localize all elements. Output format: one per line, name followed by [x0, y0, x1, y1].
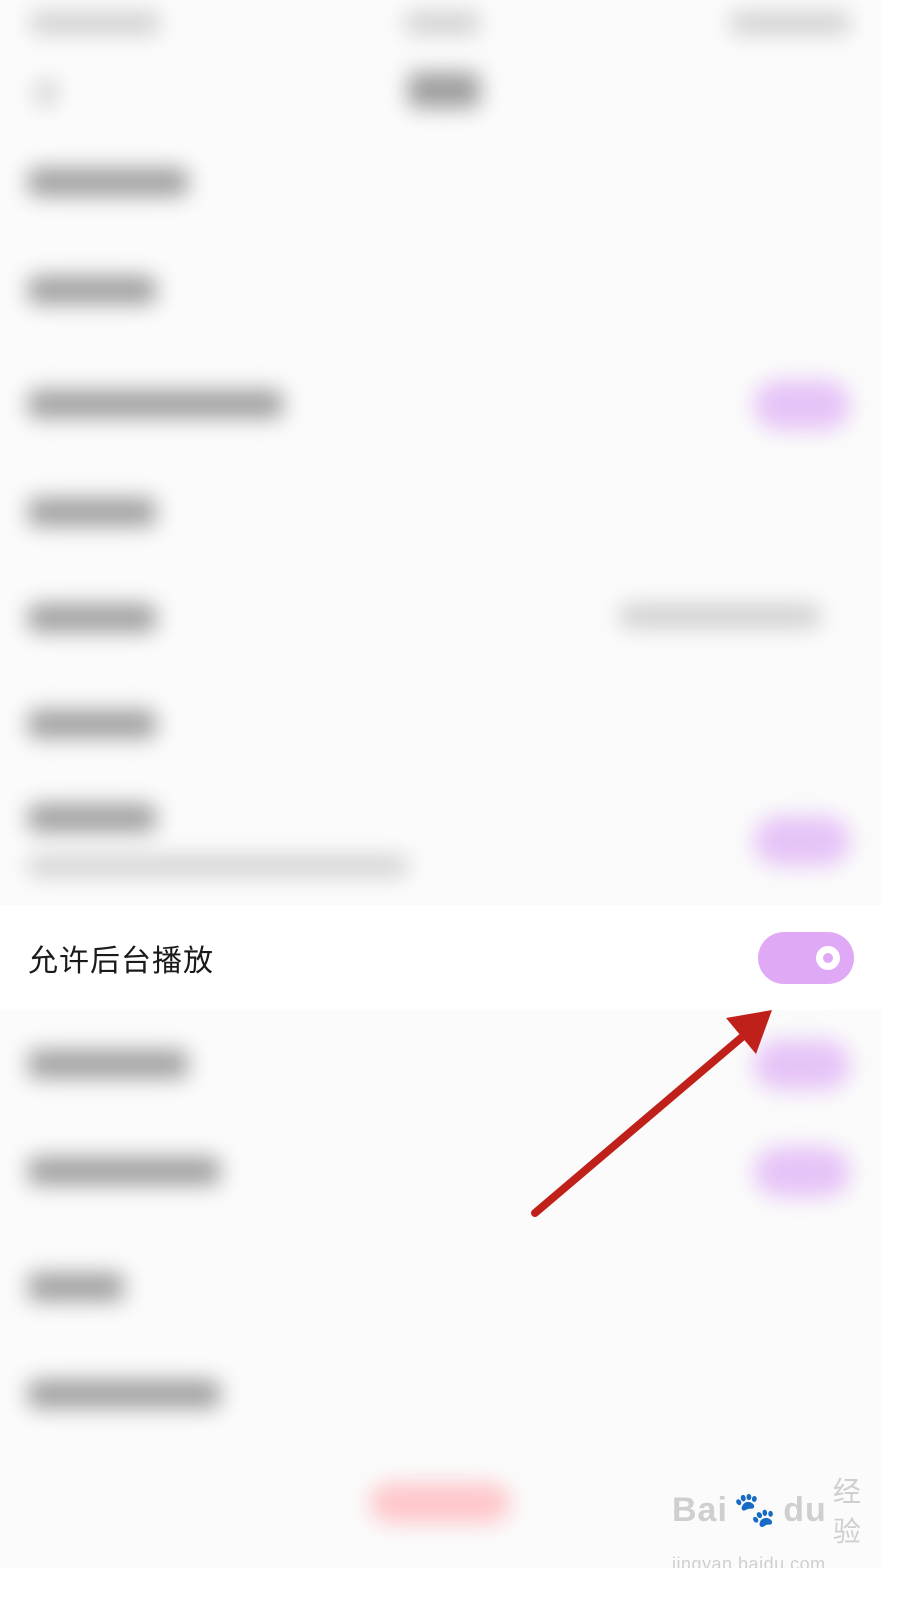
watermark-brand-du: du — [783, 1490, 827, 1529]
allow-background-play-label: 允许后台播放 — [28, 943, 214, 979]
settings-screen: 允许后台播放 Bai 🐾 du 经验 jingyan.baidu.com — [0, 0, 882, 1568]
watermark-brand-bai: Bai — [672, 1490, 728, 1529]
baidu-jingyan-watermark: Bai 🐾 du 经验 jingyan.baidu.com — [672, 1470, 872, 1568]
allow-background-play-row[interactable]: 允许后台播放 — [0, 905, 882, 1010]
watermark-brand: Bai 🐾 du 经验 — [672, 1470, 872, 1550]
allow-background-play-toggle[interactable] — [758, 931, 854, 984]
watermark-url: jingyan.baidu.com — [672, 1554, 826, 1568]
toggle-knob-ring — [816, 945, 840, 970]
toggle-knob-dot — [823, 952, 833, 963]
toggle-knob — [806, 935, 850, 980]
annotation-arrow — [531, 1010, 772, 1217]
watermark-brand-cn: 经验 — [832, 1476, 862, 1547]
blurred-settings-top — [0, 0, 882, 905]
paw-icon: 🐾 — [733, 1491, 778, 1529]
